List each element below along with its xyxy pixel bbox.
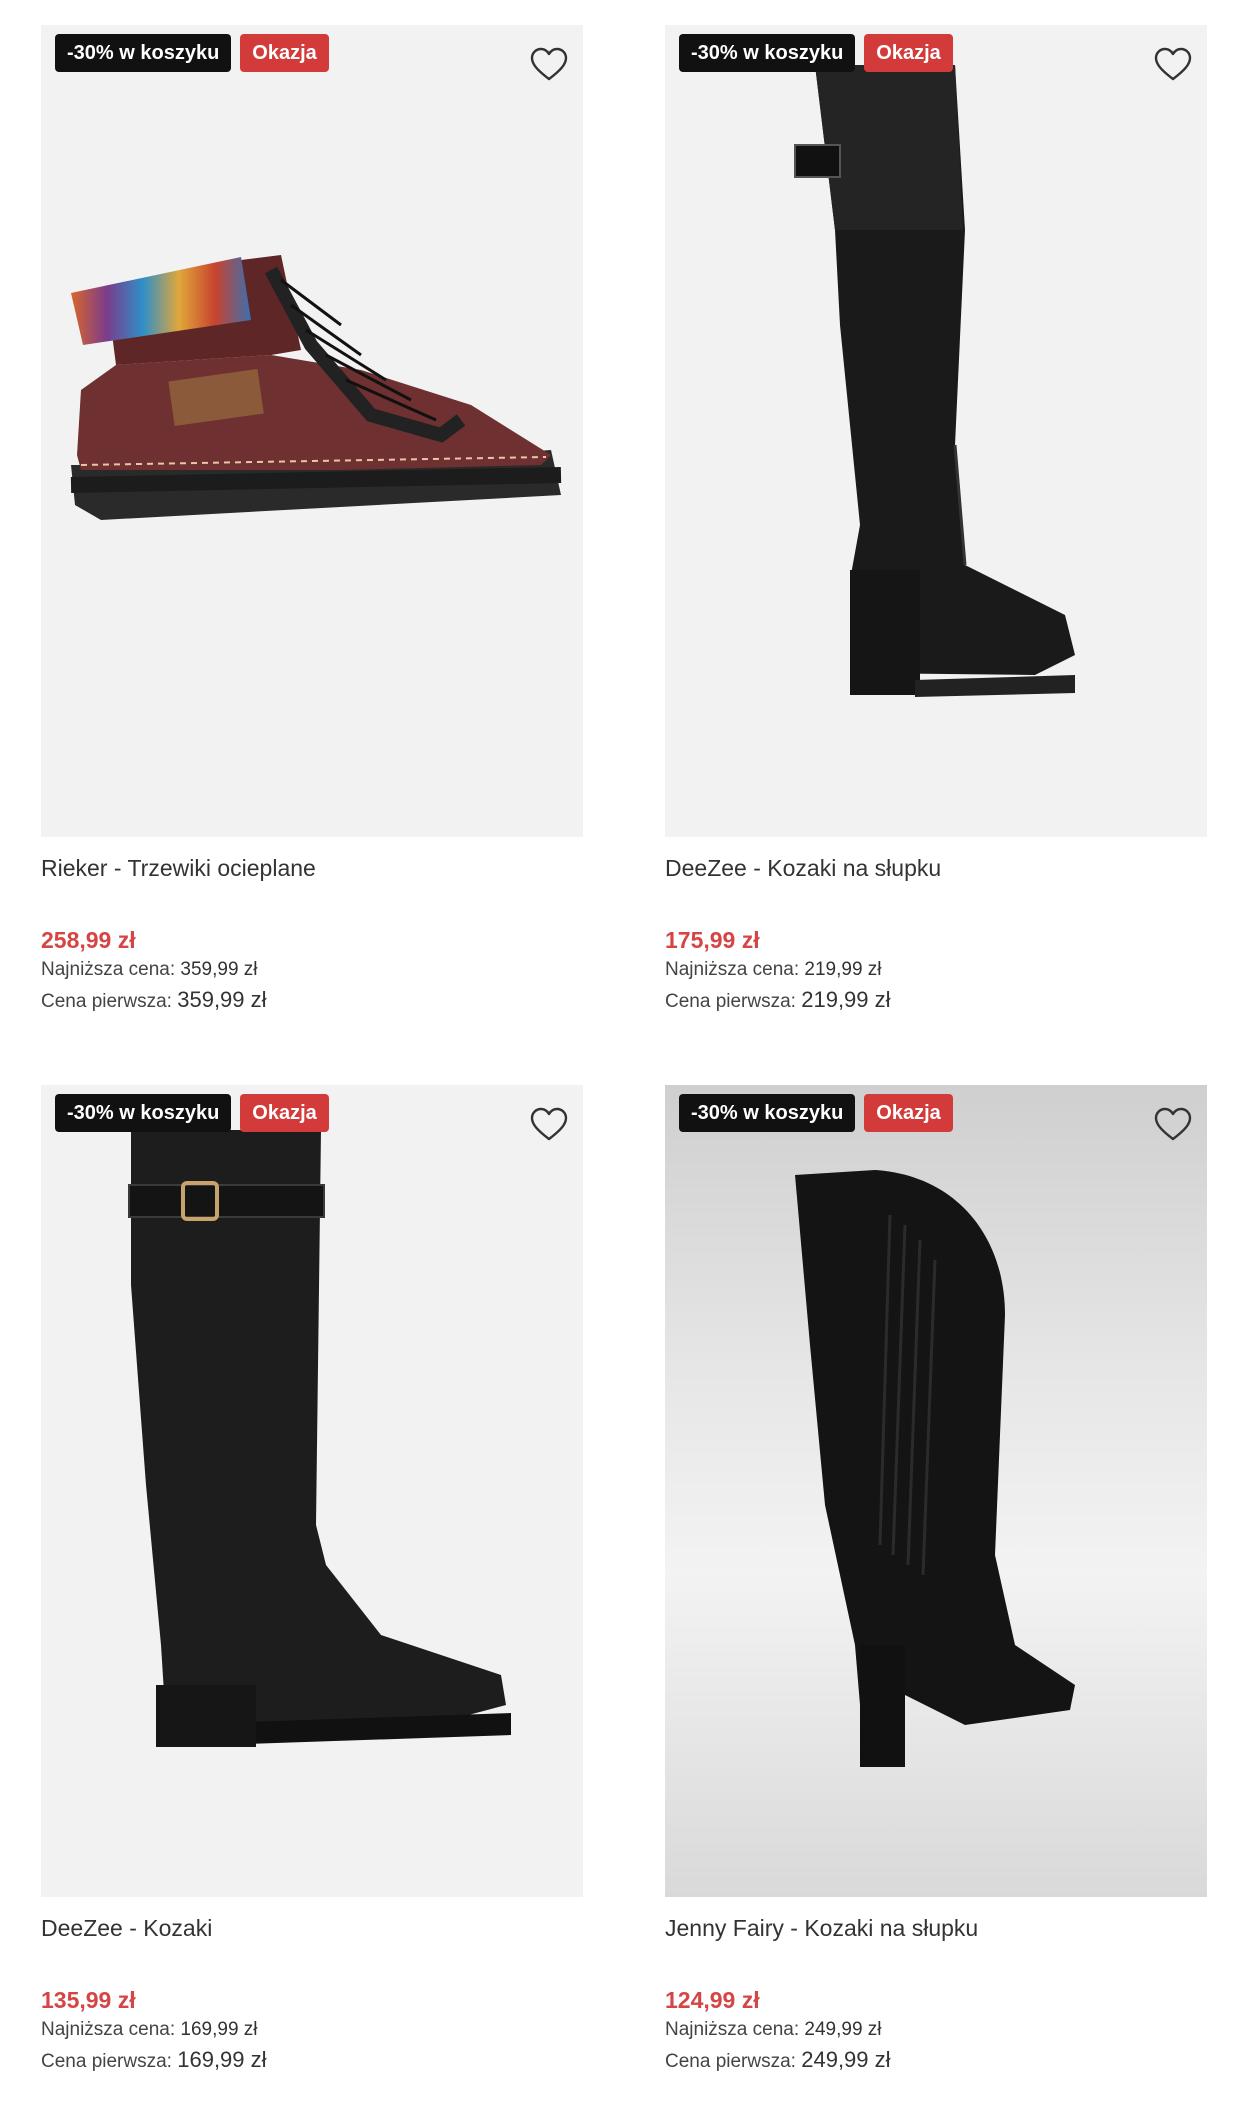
product-name[interactable]: Rieker - Trzewiki ocieplane <box>41 853 583 883</box>
heart-outline-icon <box>1154 47 1192 81</box>
lowest-price-value: 249,99 zł <box>804 2019 882 2040</box>
heart-outline-icon <box>530 1107 568 1141</box>
promo-badge: -30% w koszyku <box>55 34 232 72</box>
knee-high-boot-image <box>128 1130 511 1747</box>
deal-badge: Okazja <box>864 1094 953 1132</box>
first-price-row: Cena pierwsza: 219,99 zł <box>665 985 1207 1017</box>
deal-badge: Okazja <box>864 34 953 72</box>
badge-group: -30% w koszyku Okazja <box>679 34 953 72</box>
first-price-value: 249,99 zł <box>801 2047 891 2072</box>
lowest-price-row: Najniższa cena: 359,99 zł <box>41 955 583 985</box>
promo-badge: -30% w koszyku <box>55 1094 232 1132</box>
product-card[interactable]: -30% w koszyku Okazja Jenny Fairy - Koza… <box>665 1085 1207 2077</box>
ankle-boot-image <box>70 255 562 520</box>
first-price-row: Cena pierwsza: 169,99 zł <box>41 2045 583 2077</box>
lowest-price-value: 169,99 zł <box>180 2019 258 2040</box>
first-price-value: 219,99 zł <box>801 987 891 1012</box>
lowest-price-label: Najniższa cena: <box>665 2019 800 2040</box>
promo-badge: -30% w koszyku <box>679 34 856 72</box>
product-card[interactable]: -30% w koszyku Okazja DeeZee - Kozaki na… <box>665 25 1207 1017</box>
first-price-label: Cena pierwsza: <box>41 2051 172 2072</box>
lowest-price-label: Najniższa cena: <box>665 959 800 980</box>
product-name[interactable]: DeeZee - Kozaki <box>41 1913 583 1943</box>
first-price-value: 169,99 zł <box>177 2047 267 2072</box>
deal-badge: Okazja <box>240 1094 329 1132</box>
lowest-price-label: Najniższa cena: <box>41 959 176 980</box>
lowest-price-value: 219,99 zł <box>804 959 882 980</box>
badge-group: -30% w koszyku Okazja <box>55 1094 329 1132</box>
product-name[interactable]: Jenny Fairy - Kozaki na słupku <box>665 1913 1207 1943</box>
first-price-label: Cena pierwsza: <box>41 991 172 1012</box>
heart-outline-icon <box>530 47 568 81</box>
first-price-label: Cena pierwsza: <box>665 2051 796 2072</box>
deal-badge: Okazja <box>240 34 329 72</box>
product-image-area[interactable]: -30% w koszyku Okazja <box>665 25 1207 837</box>
product-price: 258,99 zł <box>41 927 136 953</box>
badge-group: -30% w koszyku Okazja <box>55 34 329 72</box>
heart-outline-icon <box>1154 1107 1192 1141</box>
badge-group: -30% w koszyku Okazja <box>679 1094 953 1132</box>
product-image-area[interactable]: -30% w koszyku Okazja <box>41 25 583 837</box>
product-image-area[interactable]: -30% w koszyku Okazja <box>665 1085 1207 1897</box>
lowest-price-value: 359,99 zł <box>180 959 258 980</box>
product-image-area[interactable]: -30% w koszyku Okazja <box>41 1085 583 1897</box>
suede-fringe-boot-image <box>795 1170 1075 1767</box>
favorite-button[interactable] <box>1153 1105 1193 1145</box>
favorite-button[interactable] <box>529 45 569 85</box>
product-card[interactable]: -30% w koszyku Okazja DeeZee - Kozaki 13… <box>41 1085 583 2077</box>
favorite-button[interactable] <box>529 1105 569 1145</box>
promo-badge: -30% w koszyku <box>679 1094 856 1132</box>
favorite-button[interactable] <box>1153 45 1193 85</box>
lowest-price-row: Najniższa cena: 169,99 zł <box>41 2015 583 2045</box>
product-name[interactable]: DeeZee - Kozaki na słupku <box>665 853 1207 883</box>
first-price-value: 359,99 zł <box>177 987 267 1012</box>
product-price: 124,99 zł <box>665 1987 760 2013</box>
first-price-label: Cena pierwsza: <box>665 991 796 1012</box>
product-price: 135,99 zł <box>41 1987 136 2013</box>
lowest-price-label: Najniższa cena: <box>41 2019 176 2040</box>
over-knee-boot-image <box>794 65 1075 697</box>
product-card[interactable]: -30% w koszyku Okazja Rieker - Trzewiki … <box>41 25 583 1017</box>
first-price-row: Cena pierwsza: 359,99 zł <box>41 985 583 1017</box>
lowest-price-row: Najniższa cena: 249,99 zł <box>665 2015 1207 2045</box>
first-price-row: Cena pierwsza: 249,99 zł <box>665 2045 1207 2077</box>
product-price: 175,99 zł <box>665 927 760 953</box>
lowest-price-row: Najniższa cena: 219,99 zł <box>665 955 1207 985</box>
